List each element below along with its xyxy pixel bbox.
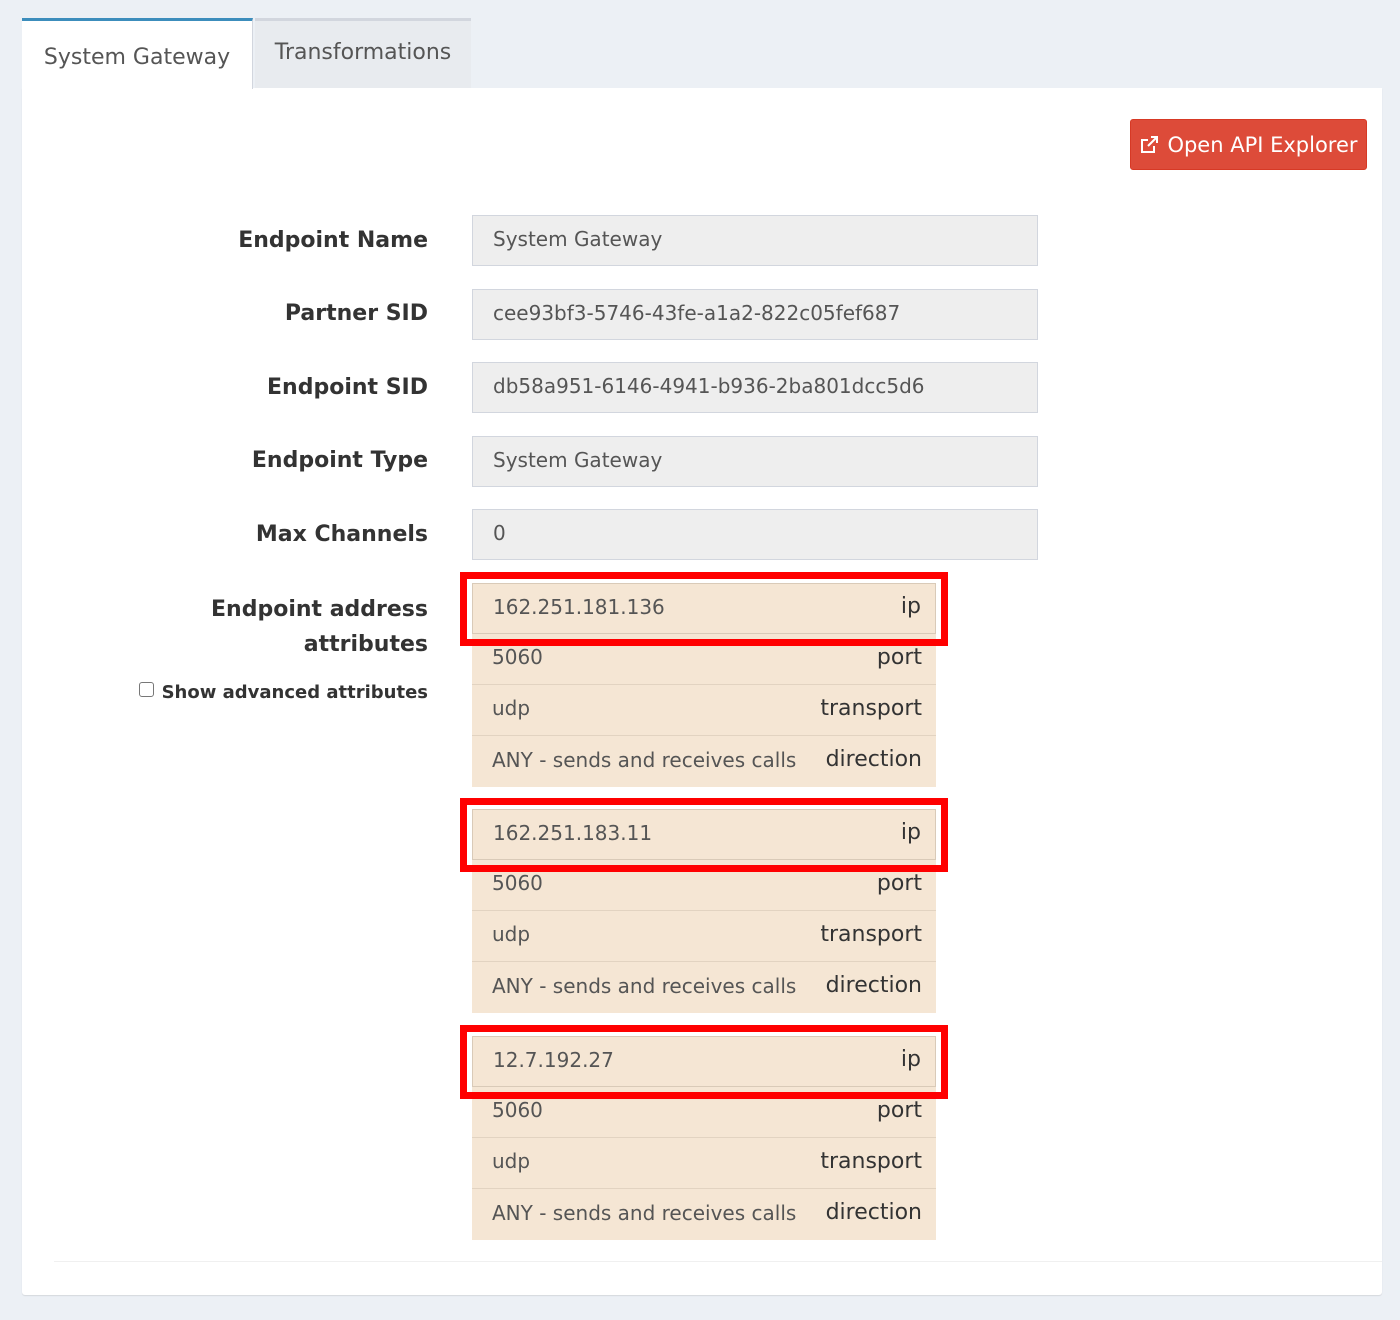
show-advanced-checkbox[interactable]	[138, 682, 154, 697]
transport-key: transport	[820, 921, 922, 947]
direction-value: ANY - sends and receives calls	[492, 973, 797, 998]
port-row[interactable]: 5060 port	[472, 634, 936, 685]
transport-key: transport	[820, 1148, 922, 1174]
ip-key: ip	[900, 594, 921, 619]
direction-row[interactable]: ANY - sends and receives calls direction	[472, 1189, 936, 1240]
ip-value: 162.251.183.11	[493, 820, 653, 845]
attr-label-line1: Endpoint address	[211, 597, 428, 622]
direction-key: direction	[825, 973, 922, 998]
panel-divider	[54, 1261, 1382, 1262]
port-value: 5060	[492, 645, 543, 669]
transport-row[interactable]: udp transport	[472, 911, 936, 962]
direction-value: ANY - sends and receives calls	[492, 1200, 797, 1225]
transport-value: udp	[492, 1149, 531, 1173]
port-key: port	[876, 1097, 922, 1123]
port-key: port	[876, 644, 922, 670]
ip-row[interactable]: 12.7.192.27 ip	[472, 1036, 936, 1087]
direction-value: ANY - sends and receives calls	[492, 747, 797, 772]
address-group: 12.7.192.27 ip 5060 port udp transport ANY …	[472, 1036, 936, 1240]
endpoint-name-field[interactable]: System Gateway	[472, 215, 1038, 266]
ip-key: ip	[900, 1047, 921, 1072]
ip-row[interactable]: 162.251.181.136 ip	[472, 583, 936, 634]
endpoint-name-label: Endpoint Name	[238, 228, 428, 253]
direction-key: direction	[825, 747, 922, 772]
direction-row[interactable]: ANY - sends and receives calls direction	[472, 736, 936, 787]
port-value: 5060	[492, 871, 543, 895]
direction-key: direction	[825, 1200, 922, 1225]
port-row[interactable]: 5060 port	[472, 1087, 936, 1138]
ip-key: ip	[900, 820, 921, 845]
endpoint-type-label: Endpoint Type	[251, 448, 428, 473]
ip-row[interactable]: 162.251.183.11 ip	[472, 809, 936, 860]
transport-row[interactable]: udp transport	[472, 685, 936, 736]
endpoint-address-attributes-label: Endpoint address attributes	[168, 592, 428, 662]
max-channels-field[interactable]: 0	[472, 509, 1038, 560]
transport-row[interactable]: udp transport	[472, 1138, 936, 1189]
address-group: 162.251.181.136 ip 5060 port udp transport …	[472, 583, 936, 787]
endpoint-type-field[interactable]: System Gateway	[472, 436, 1038, 487]
tab-transformations[interactable]: Transformations	[255, 18, 471, 88]
max-channels-label: Max Channels	[255, 522, 428, 547]
tab-panel: Open API Explorer Endpoint Name System G…	[22, 88, 1382, 1295]
open-api-explorer-button[interactable]: Open API Explorer	[1130, 119, 1367, 170]
ip-value: 12.7.192.27	[493, 1047, 614, 1072]
api-button-label: Open API Explorer	[1167, 132, 1358, 157]
endpoint-sid-field[interactable]: db58a951-6146-4941-b936-2ba801dcc5d6	[472, 362, 1038, 413]
transport-value: udp	[492, 696, 531, 720]
partner-sid-field[interactable]: cee93bf3-5746-43fe-a1a2-822c05fef687	[472, 289, 1038, 340]
port-key: port	[876, 870, 922, 896]
port-row[interactable]: 5060 port	[472, 860, 936, 911]
show-advanced-label: Show advanced attributes	[161, 682, 428, 703]
direction-row[interactable]: ANY - sends and receives calls direction	[472, 962, 936, 1013]
tab-system-gateway[interactable]: System Gateway	[22, 18, 253, 89]
partner-sid-label: Partner SID	[284, 301, 428, 326]
ip-value: 162.251.181.136	[493, 594, 665, 619]
transport-value: udp	[492, 922, 531, 946]
transport-key: transport	[820, 695, 922, 721]
endpoint-sid-label: Endpoint SID	[267, 375, 428, 400]
show-advanced-toggle[interactable]: Show advanced attributes	[138, 682, 428, 703]
address-group: 162.251.183.11 ip 5060 port udp transport A…	[472, 809, 936, 1013]
port-value: 5060	[492, 1098, 543, 1122]
attr-label-line2: attributes	[303, 632, 428, 657]
external-link-icon	[1141, 135, 1159, 153]
